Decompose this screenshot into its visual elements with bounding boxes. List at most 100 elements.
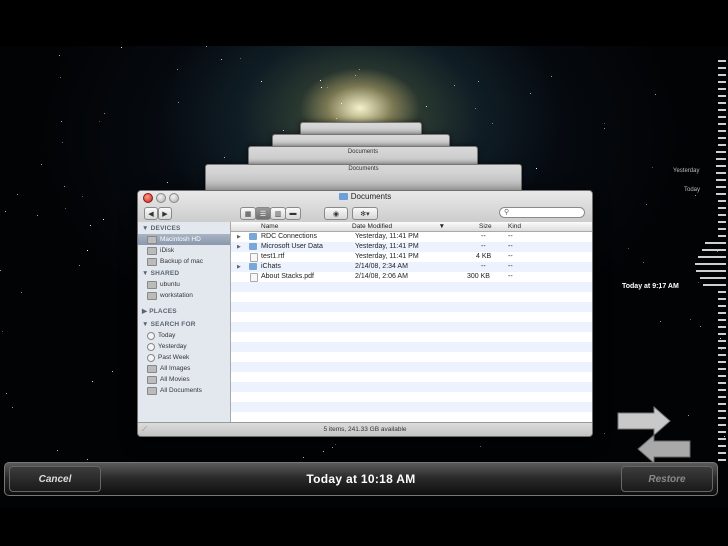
- timeline-tick[interactable]: [718, 312, 726, 314]
- list-view-button[interactable]: ☰: [255, 207, 271, 220]
- timeline-tick[interactable]: [716, 186, 726, 188]
- restore-button[interactable]: Restore: [621, 466, 713, 492]
- timeline-tick[interactable]: [718, 438, 726, 440]
- timeline-tick[interactable]: [718, 305, 726, 307]
- back-button[interactable]: ◀: [144, 207, 158, 220]
- timeline-tick[interactable]: [718, 291, 726, 293]
- timeline-tick[interactable]: [718, 235, 726, 237]
- sidebar-header-places[interactable]: ▶ PLACES: [138, 301, 230, 317]
- timeline-tick[interactable]: [696, 270, 726, 272]
- sidebar-item-today[interactable]: Today: [138, 330, 230, 341]
- sidebar-item-yesterday[interactable]: Yesterday: [138, 341, 230, 352]
- timeline-tick[interactable]: [718, 221, 726, 223]
- timeline-tick[interactable]: [718, 326, 726, 328]
- down-arrow-icon[interactable]: [637, 433, 691, 465]
- timeline-tick[interactable]: [718, 67, 726, 69]
- timeline-tick[interactable]: [718, 228, 726, 230]
- resize-grip-icon[interactable]: ⟋: [142, 423, 147, 436]
- timeline-tick[interactable]: [718, 368, 726, 370]
- timeline-tick[interactable]: [718, 74, 726, 76]
- timeline-tick[interactable]: [718, 417, 726, 419]
- timeline-tick[interactable]: [718, 81, 726, 83]
- timeline-tick[interactable]: [718, 88, 726, 90]
- timeline-tick[interactable]: [716, 179, 726, 181]
- list-row[interactable]: About Stacks.pdf 2/14/08, 2:06 AM 300 KB…: [231, 272, 592, 282]
- timeline-tick[interactable]: [718, 403, 726, 405]
- timeline-label-today[interactable]: Today: [684, 187, 700, 193]
- finder-window[interactable]: Documents ◀ ▶ ▦ ☰ ▥ ▬ ◉ ✻▾ ⚲ ▼ DEVICES M…: [137, 190, 593, 437]
- sidebar-item-all-images[interactable]: All Images: [138, 363, 230, 374]
- timeline-tick[interactable]: [718, 130, 726, 132]
- timeline-tick[interactable]: [718, 207, 726, 209]
- column-view-button[interactable]: ▥: [270, 207, 286, 220]
- sidebar-item-all-documents[interactable]: All Documents: [138, 385, 230, 396]
- timeline-tick[interactable]: [718, 361, 726, 363]
- timeline-tick[interactable]: [718, 214, 726, 216]
- column-header-name[interactable]: Name: [261, 222, 278, 231]
- sidebar-header-search[interactable]: ▼ SEARCH FOR: [138, 317, 230, 330]
- timeline-tick[interactable]: [718, 445, 726, 447]
- timeline-tick[interactable]: [702, 249, 726, 251]
- sidebar-header-devices[interactable]: ▼ DEVICES: [138, 222, 230, 234]
- up-arrow-icon[interactable]: [617, 405, 671, 437]
- sidebar-header-shared[interactable]: ▼ SHARED: [138, 267, 230, 279]
- sidebar-item-ubuntu[interactable]: ubuntu: [138, 279, 230, 290]
- timeline-tick[interactable]: [718, 102, 726, 104]
- timeline-tick[interactable]: [718, 116, 726, 118]
- timeline-tick[interactable]: [718, 452, 726, 454]
- timeline-tick[interactable]: [695, 263, 726, 265]
- timeline-tick[interactable]: [718, 424, 726, 426]
- timeline-tick[interactable]: [718, 123, 726, 125]
- sidebar-item-all-movies[interactable]: All Movies: [138, 374, 230, 385]
- timeline-label-yesterday[interactable]: Yesterday: [673, 168, 699, 174]
- disclosure-triangle-icon[interactable]: ▶: [237, 232, 241, 242]
- column-header-kind[interactable]: Kind: [508, 222, 521, 231]
- timeline-tick[interactable]: [703, 284, 726, 286]
- disclosure-triangle-icon[interactable]: ▶: [237, 262, 241, 272]
- sidebar-item-backup[interactable]: Backup of mac: [138, 256, 230, 267]
- sidebar-item-macintosh-hd[interactable]: Macintosh HD: [138, 234, 230, 245]
- list-row[interactable]: test1.rtf Yesterday, 11:41 PM 4 KB --: [231, 252, 592, 262]
- sidebar-item-idisk[interactable]: iDisk: [138, 245, 230, 256]
- timeline-tick[interactable]: [705, 242, 726, 244]
- timeline-tick[interactable]: [716, 158, 726, 160]
- timeline-tick[interactable]: [718, 382, 726, 384]
- timeline-tick[interactable]: [718, 459, 726, 461]
- list-row[interactable]: ▶ iChats 2/14/08, 2:34 AM -- --: [231, 262, 592, 272]
- timeline-tick[interactable]: [718, 396, 726, 398]
- timeline-tick[interactable]: [718, 375, 726, 377]
- timeline-tick[interactable]: [716, 193, 726, 195]
- navigation-arrows[interactable]: [614, 405, 694, 465]
- timeline-tick[interactable]: [718, 389, 726, 391]
- search-field[interactable]: ⚲: [499, 207, 585, 218]
- sidebar-item-workstation[interactable]: workstation: [138, 290, 230, 301]
- timeline-tick[interactable]: [718, 354, 726, 356]
- timeline-tick[interactable]: [718, 410, 726, 412]
- timeline-tick[interactable]: [718, 298, 726, 300]
- timeline-tick[interactable]: [718, 109, 726, 111]
- list-row[interactable]: ▶ Microsoft User Data Yesterday, 11:41 P…: [231, 242, 592, 252]
- timeline-tick[interactable]: [718, 333, 726, 335]
- column-header-size[interactable]: Size: [479, 222, 492, 231]
- timeline-tick[interactable]: [698, 256, 726, 258]
- timeline-tick[interactable]: [718, 340, 726, 342]
- timeline-tick[interactable]: [700, 277, 726, 279]
- timeline-tick[interactable]: [718, 137, 726, 139]
- disclosure-triangle-icon[interactable]: ▶: [237, 242, 241, 252]
- timeline-tick[interactable]: [718, 200, 726, 202]
- timeline-tick[interactable]: [718, 95, 726, 97]
- list-row[interactable]: ▶ RDC Connections Yesterday, 11:41 PM --…: [231, 232, 592, 242]
- timeline-tick[interactable]: [716, 151, 726, 153]
- forward-button[interactable]: ▶: [158, 207, 172, 220]
- timeline-tick[interactable]: [718, 319, 726, 321]
- quick-look-button[interactable]: ◉: [324, 207, 348, 220]
- timeline-tick[interactable]: [718, 347, 726, 349]
- timeline-tick[interactable]: [718, 144, 726, 146]
- timeline-tick[interactable]: [716, 172, 726, 174]
- sidebar-item-past-week[interactable]: Past Week: [138, 352, 230, 363]
- coverflow-view-button[interactable]: ▬: [285, 207, 301, 220]
- action-menu-button[interactable]: ✻▾: [352, 207, 378, 220]
- timeline-tick[interactable]: [716, 165, 726, 167]
- timeline-tick[interactable]: [718, 60, 726, 62]
- timeline-tick[interactable]: [718, 431, 726, 433]
